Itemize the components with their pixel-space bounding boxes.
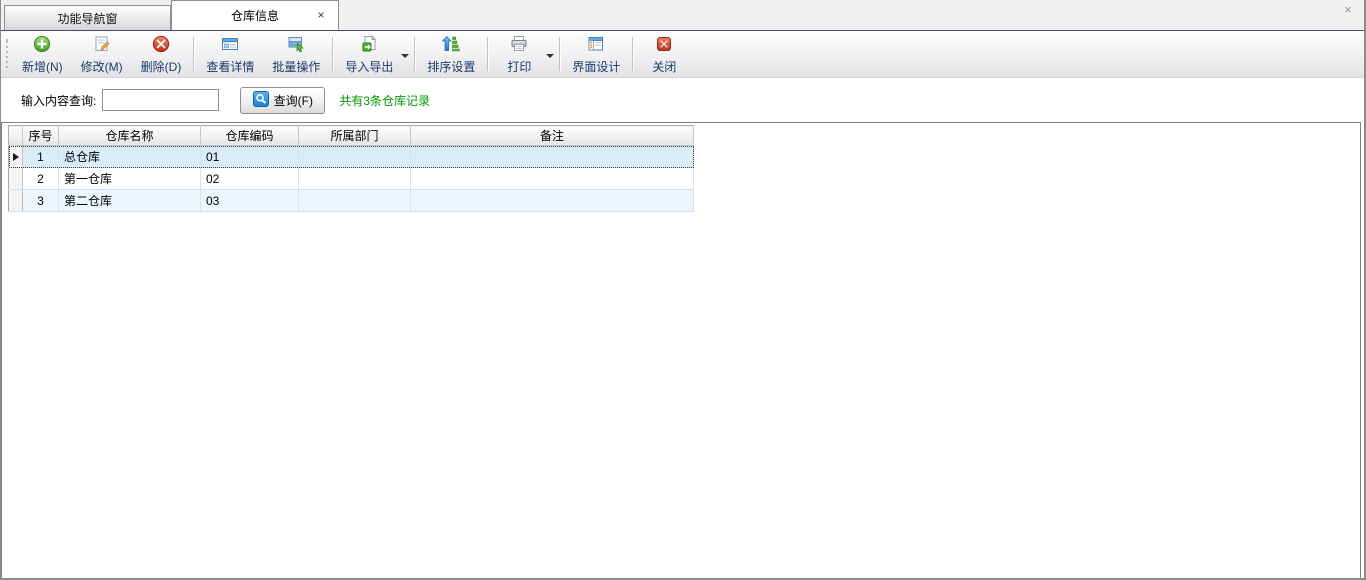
chevron-down-icon bbox=[401, 54, 409, 58]
cell-code[interactable]: 03 bbox=[201, 190, 299, 212]
cell-seq[interactable]: 3 bbox=[23, 190, 59, 212]
chevron-down-icon bbox=[546, 54, 554, 58]
print-dropdown[interactable] bbox=[543, 31, 556, 77]
view-details-button[interactable]: 查看详情 bbox=[197, 31, 263, 77]
toolbar-separator bbox=[487, 37, 488, 71]
column-header-code[interactable]: 仓库编码 bbox=[201, 126, 299, 146]
table-row[interactable]: 2 第一仓库 02 bbox=[9, 168, 694, 190]
column-header-name[interactable]: 仓库名称 bbox=[59, 126, 201, 146]
row-selector-cell[interactable] bbox=[9, 146, 23, 168]
button-label: 修改(M) bbox=[81, 58, 123, 75]
cell-department[interactable] bbox=[299, 146, 411, 168]
tab-strip: 功能导航窗 仓库信息 × × bbox=[1, 0, 1364, 30]
print-icon bbox=[510, 35, 528, 56]
row-selector-header[interactable] bbox=[9, 126, 23, 146]
view-details-icon bbox=[221, 35, 239, 56]
edit-button[interactable]: 修改(M) bbox=[72, 31, 132, 77]
cell-name[interactable]: 第一仓库 bbox=[59, 168, 201, 190]
cell-code[interactable]: 02 bbox=[201, 168, 299, 190]
table-row[interactable]: 1 总仓库 01 bbox=[9, 146, 694, 168]
toolbar-separator bbox=[332, 37, 333, 71]
cell-remark[interactable] bbox=[411, 168, 694, 190]
query-button-label: 查询(F) bbox=[274, 92, 313, 109]
row-selector-cell[interactable] bbox=[9, 190, 23, 212]
close-button[interactable]: 关闭 bbox=[636, 31, 692, 77]
delete-button[interactable]: 删除(D) bbox=[132, 31, 191, 77]
tab-label: 功能导航窗 bbox=[57, 10, 117, 27]
import-export-icon bbox=[360, 35, 378, 56]
button-label: 查看详情 bbox=[206, 58, 254, 75]
button-label: 界面设计 bbox=[572, 58, 620, 75]
cell-department[interactable] bbox=[299, 190, 411, 212]
button-label: 打印 bbox=[507, 58, 531, 75]
search-label: 输入内容查询: bbox=[21, 92, 96, 109]
print-button[interactable]: 打印 bbox=[491, 31, 547, 77]
toolbar-separator bbox=[414, 37, 415, 71]
warehouse-table: 序号 仓库名称 仓库编码 所属部门 备注 1 总仓库 01 bbox=[8, 125, 694, 212]
search-icon bbox=[253, 91, 269, 110]
close-icon bbox=[655, 35, 673, 56]
toolbar: 新增(N) 修改(M) 删除(D) bbox=[1, 30, 1364, 78]
button-label: 排序设置 bbox=[427, 58, 475, 75]
add-icon bbox=[33, 35, 51, 56]
tab-function-navigator[interactable]: 功能导航窗 bbox=[4, 5, 171, 30]
batch-operations-icon bbox=[287, 35, 305, 56]
tab-label: 仓库信息 bbox=[231, 7, 279, 24]
batch-operations-button[interactable]: 批量操作 bbox=[263, 31, 329, 77]
search-input[interactable] bbox=[102, 89, 219, 111]
column-header-department[interactable]: 所属部门 bbox=[299, 126, 411, 146]
record-count-text: 共有3条仓库记录 bbox=[339, 92, 430, 109]
cell-name[interactable]: 总仓库 bbox=[59, 146, 201, 168]
row-selector-cell[interactable] bbox=[9, 168, 23, 190]
cell-remark[interactable] bbox=[411, 146, 694, 168]
cell-name[interactable]: 第二仓库 bbox=[59, 190, 201, 212]
strip-close-icon[interactable]: × bbox=[1340, 2, 1356, 18]
button-label: 新增(N) bbox=[22, 58, 63, 75]
app-window: 功能导航窗 仓库信息 × × 新增(N) 修改 bbox=[0, 0, 1366, 580]
button-label: 删除(D) bbox=[141, 58, 182, 75]
row-selector-arrow-icon bbox=[13, 153, 19, 161]
edit-icon bbox=[93, 35, 111, 56]
toolbar-separator bbox=[193, 37, 194, 71]
sort-settings-icon bbox=[442, 35, 460, 56]
button-label: 批量操作 bbox=[272, 58, 320, 75]
add-button[interactable]: 新增(N) bbox=[13, 31, 72, 77]
ui-design-icon bbox=[587, 35, 605, 56]
import-export-dropdown[interactable] bbox=[398, 31, 411, 77]
grid-panel: 序号 仓库名称 仓库编码 所属部门 备注 1 总仓库 01 bbox=[1, 122, 1361, 578]
tab-close-icon[interactable]: × bbox=[314, 8, 328, 22]
table-row[interactable]: 3 第二仓库 03 bbox=[9, 190, 694, 212]
ui-design-button[interactable]: 界面设计 bbox=[563, 31, 629, 77]
toolbar-separator bbox=[632, 37, 633, 71]
import-export-button[interactable]: 导入导出 bbox=[336, 31, 402, 77]
table-header-row: 序号 仓库名称 仓库编码 所属部门 备注 bbox=[9, 126, 694, 146]
column-header-seq[interactable]: 序号 bbox=[23, 126, 59, 146]
toolbar-separator bbox=[559, 37, 560, 71]
column-header-remark[interactable]: 备注 bbox=[411, 126, 694, 146]
cell-code[interactable]: 01 bbox=[201, 146, 299, 168]
query-button[interactable]: 查询(F) bbox=[240, 87, 325, 114]
cell-department[interactable] bbox=[299, 168, 411, 190]
cell-seq[interactable]: 2 bbox=[23, 168, 59, 190]
button-label: 导入导出 bbox=[345, 58, 393, 75]
cell-seq[interactable]: 1 bbox=[23, 146, 59, 168]
delete-icon bbox=[152, 35, 170, 56]
toolbar-grip-handle[interactable] bbox=[4, 39, 11, 71]
tab-warehouse-info[interactable]: 仓库信息 × bbox=[171, 0, 339, 30]
sort-settings-button[interactable]: 排序设置 bbox=[418, 31, 484, 77]
button-label: 关闭 bbox=[652, 58, 676, 75]
cell-remark[interactable] bbox=[411, 190, 694, 212]
query-bar: 输入内容查询: 查询(F) 共有3条仓库记录 bbox=[1, 78, 1364, 122]
